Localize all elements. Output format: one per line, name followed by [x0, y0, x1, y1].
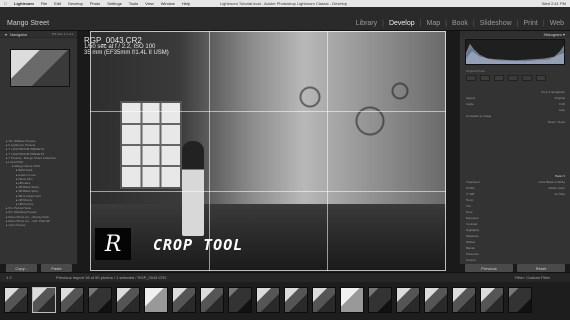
menu-photo[interactable]: Photo: [90, 1, 100, 6]
radial-filter-icon[interactable]: [522, 75, 532, 81]
navigator-preview[interactable]: [10, 49, 70, 87]
histogram-header[interactable]: Histogram ▾: [460, 31, 570, 38]
constrain-checkbox[interactable]: Constrain to Image: [466, 113, 491, 119]
paste-button[interactable]: Paste: [41, 264, 72, 272]
filmstrip-thumbnail[interactable]: [228, 287, 252, 313]
menu-tools[interactable]: Tools: [129, 1, 138, 6]
crop-grid-line: [208, 31, 210, 271]
filter-control[interactable]: Filter: Custom Filter: [515, 275, 550, 280]
treatment-color-button[interactable]: Color: [538, 180, 545, 184]
crop-panel: Crop & Straighten Aspect Original Angle 0.…: [466, 89, 565, 125]
filmstrip-thumbnail[interactable]: [144, 287, 168, 313]
menu-window[interactable]: Window: [161, 1, 175, 6]
crop-grid-overlay[interactable]: [90, 31, 446, 271]
spot-removal-icon[interactable]: [480, 75, 490, 81]
module-picker: Library | Develop | Map | Book | Slideshow | …: [355, 20, 564, 27]
menu-file[interactable]: File: [41, 1, 47, 6]
filmstrip-thumbnail[interactable]: [340, 287, 364, 313]
crop-close-button[interactable]: Close: [557, 120, 565, 124]
navigator-header[interactable]: ▾ Navigator FIT FILL 1:1 3:1: [0, 31, 77, 38]
mac-menubar:  Lightroom File Edit Develop Photo Sett…: [0, 0, 570, 7]
crop-tool-icon[interactable]: [466, 75, 476, 81]
red-eye-icon[interactable]: [494, 75, 504, 81]
photo-canvas[interactable]: [90, 31, 446, 271]
filmstrip-thumbnail[interactable]: [508, 287, 532, 313]
navigator-zoom-options[interactable]: FIT FILL 1:1 3:1: [52, 32, 73, 36]
copy-button[interactable]: Copy...: [6, 264, 37, 272]
original-photo-label[interactable]: Original Photo: [466, 69, 485, 73]
triangle-down-icon: ▾: [561, 32, 565, 37]
apple-icon[interactable]: : [4, 1, 7, 6]
tool-strip: [466, 75, 546, 81]
module-web[interactable]: Web: [550, 20, 564, 27]
view-mode-buttons[interactable]: 1 2: [6, 275, 12, 280]
filmstrip-thumbnail[interactable]: [116, 287, 140, 313]
filmstrip-thumbnail[interactable]: [32, 287, 56, 313]
filmstrip-thumbnail[interactable]: [424, 287, 448, 313]
filmstrip-thumbnail[interactable]: [284, 287, 308, 313]
triangle-down-icon: ▾: [5, 31, 8, 37]
right-panel: Histogram ▾ Original Photo Crop & Straig…: [459, 31, 570, 286]
module-header: Mango Street Library | Develop | Map | Book…: [0, 7, 570, 31]
crop-grid-line: [327, 31, 329, 271]
filmstrip-thumbnail[interactable]: [4, 287, 28, 313]
angle-label: Angle: [466, 102, 474, 106]
treatment-bw-button[interactable]: Black & White: [546, 180, 565, 184]
module-print[interactable]: Print: [523, 20, 537, 27]
menu-develop[interactable]: Develop: [68, 1, 83, 6]
presets-list: ▸ Tim Wallace Presets ▸ 0 Lightroom Prese…: [6, 139, 72, 227]
photo-lens: 35 mm (EF35mm f/1.4L II USM): [84, 50, 169, 56]
filmstrip-bar: 1 2 Previous Import 16 of 50 photos / 1 …: [0, 272, 570, 282]
module-develop[interactable]: Develop: [389, 20, 415, 27]
filmstrip-thumbnail[interactable]: [452, 287, 476, 313]
filmstrip-path[interactable]: Previous Import 16 of 50 photos / 1 sele…: [56, 275, 167, 280]
identity-plate: Mango Street: [7, 20, 50, 27]
filmstrip-thumbnail[interactable]: [60, 287, 84, 313]
channel-logo: R: [95, 228, 131, 260]
crop-grid-line: [90, 190, 446, 192]
menu-help[interactable]: Help: [182, 1, 190, 6]
filmstrip-thumbnail[interactable]: [256, 287, 280, 313]
navigator-label: Navigator: [10, 31, 28, 37]
copy-paste-buttons: Copy... Paste: [6, 264, 72, 272]
menu-edit[interactable]: Edit: [54, 1, 61, 6]
histogram-graph: [466, 43, 564, 64]
auto-button[interactable]: Auto: [559, 107, 565, 113]
previous-button[interactable]: Previous: [465, 264, 513, 272]
filmstrip-thumbnail[interactable]: [200, 287, 224, 313]
filmstrip-thumbnail[interactable]: [172, 287, 196, 313]
crop-reset-button[interactable]: Reset: [548, 120, 556, 124]
module-library[interactable]: Library: [356, 20, 377, 27]
filmstrip-thumbnail[interactable]: [312, 287, 336, 313]
crop-buttons-row: Reset Close: [466, 119, 565, 125]
crop-grid-line: [90, 110, 446, 112]
brush-icon[interactable]: [536, 75, 546, 81]
menu-settings[interactable]: Settings: [107, 1, 121, 6]
module-book[interactable]: Book: [452, 20, 468, 27]
filmstrip-thumbnail[interactable]: [88, 287, 112, 313]
menu-lightroom[interactable]: Lightroom: [14, 1, 34, 6]
window-title: Lightroom Tutorial.lrcat - Adobe Photosh…: [220, 1, 347, 6]
graduated-filter-icon[interactable]: [508, 75, 518, 81]
menu-view[interactable]: View: [145, 1, 154, 6]
right-panel-buttons: Previous Reset: [465, 264, 565, 272]
module-slideshow[interactable]: Slideshow: [480, 20, 512, 27]
filmstrip-thumbnail[interactable]: [396, 287, 420, 313]
filmstrip: [0, 282, 570, 320]
photo-info-overlay: RGP_0043.CR2 1/50 sec at f / 2.2, ISO 10…: [84, 37, 169, 57]
crop-frame[interactable]: [90, 31, 446, 271]
module-map[interactable]: Map: [426, 20, 440, 27]
histogram-label: Histogram: [543, 32, 562, 37]
preset-item[interactable]: ▸ User Presets: [6, 223, 72, 227]
filmstrip-thumbnail[interactable]: [368, 287, 392, 313]
left-panel: ▾ Navigator FIT FILL 1:1 3:1 ▸ Tim Walla…: [0, 31, 78, 289]
histogram[interactable]: [465, 39, 565, 65]
filmstrip-thumbnail[interactable]: [480, 287, 504, 313]
reset-button[interactable]: Reset: [517, 264, 565, 272]
tutorial-title: CROP TOOL: [153, 236, 244, 254]
menubar-clock: Wed 2:41 PM: [541, 1, 566, 6]
